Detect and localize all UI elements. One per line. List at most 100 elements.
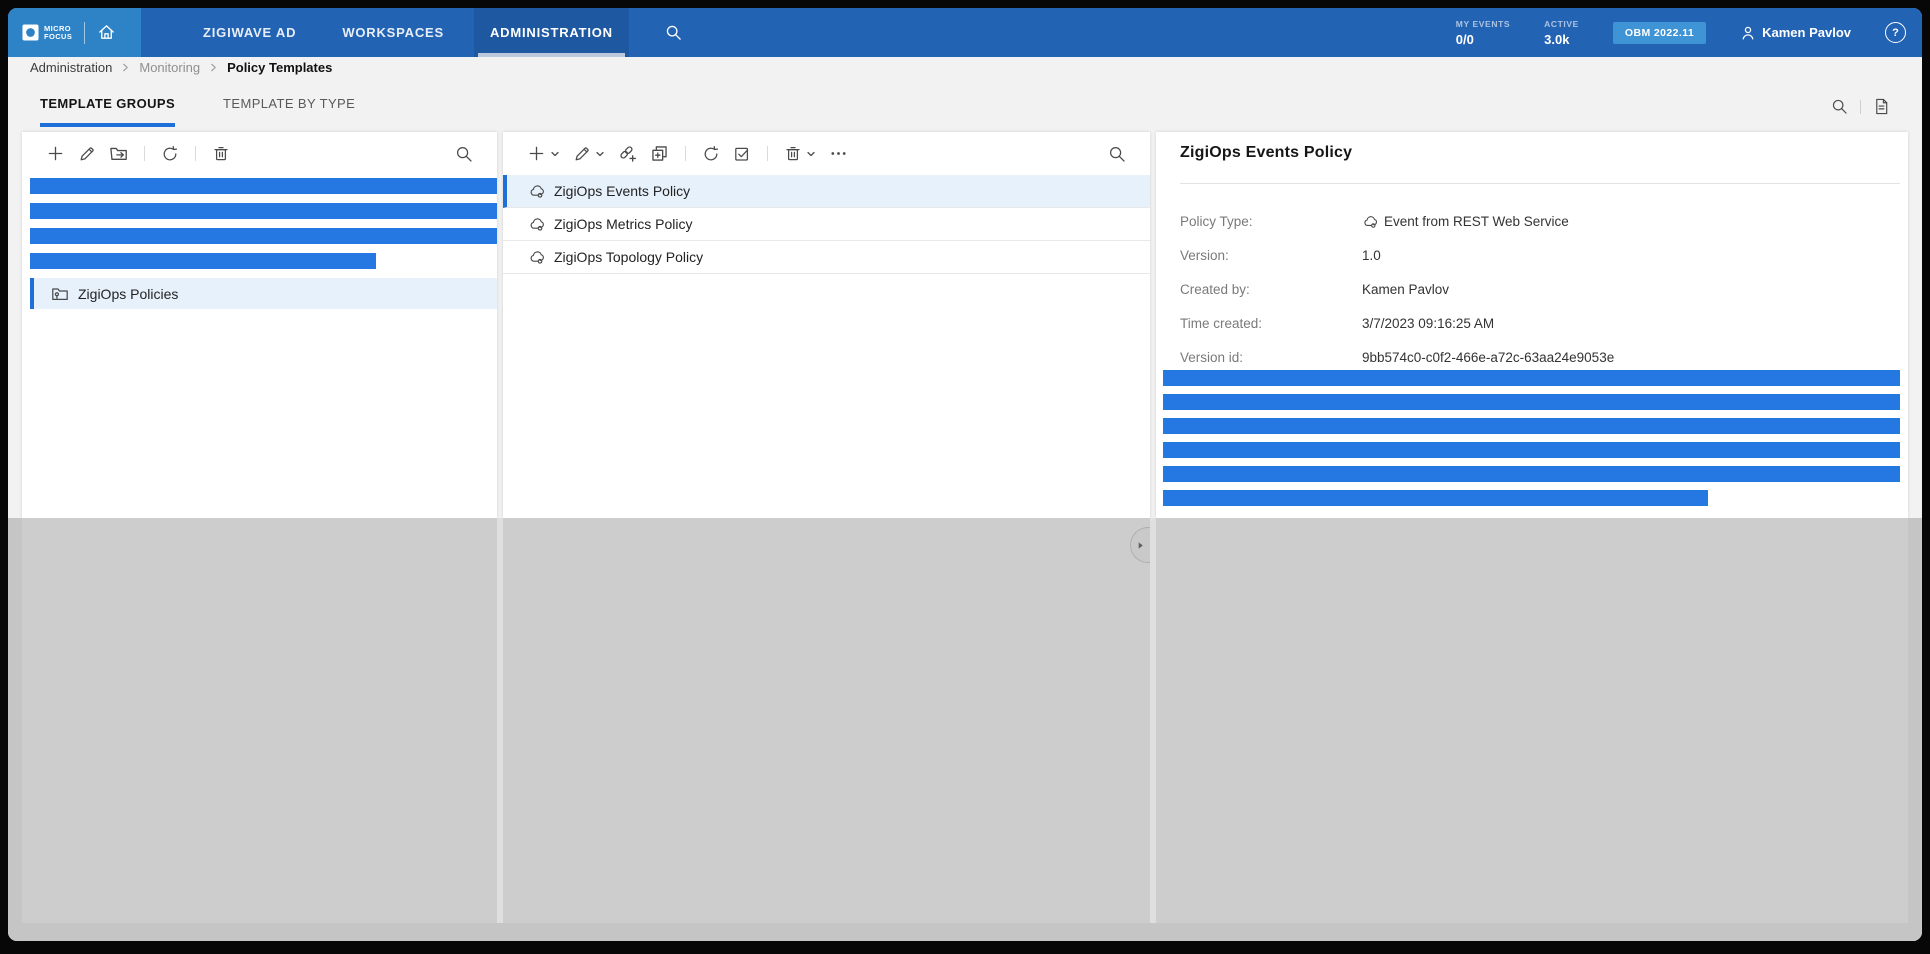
- search-icon: [665, 24, 682, 41]
- breadcrumb-policy-templates: Policy Templates: [227, 60, 332, 75]
- nav-tab-administration[interactable]: ADMINISTRATION: [474, 8, 629, 57]
- edit-template-button[interactable]: [573, 145, 605, 163]
- help-glyph: ?: [1892, 27, 1899, 39]
- panel-splitter[interactable]: [497, 518, 503, 923]
- panel-splitter[interactable]: [1150, 518, 1156, 923]
- field-value: Kamen Pavlov: [1362, 280, 1449, 300]
- refresh-groups-button[interactable]: [161, 145, 179, 163]
- nav-search-button[interactable]: [665, 24, 682, 41]
- template-row-topology-policy[interactable]: ZigiOps Topology Policy: [503, 241, 1150, 274]
- plus-icon: [46, 144, 65, 163]
- add-group-button[interactable]: [46, 144, 65, 163]
- details-row-policy-type: Policy Type: Event from REST Web Service: [1180, 212, 1884, 232]
- my-events-value: 0/0: [1456, 32, 1474, 47]
- my-events-stat[interactable]: MY EVENTS 0/0: [1456, 19, 1510, 47]
- redacted-detail-line: [1163, 442, 1900, 458]
- groups-toolbar: [22, 132, 497, 175]
- my-events-label: MY EVENTS: [1456, 19, 1510, 29]
- page-search-icon[interactable]: [1831, 98, 1848, 115]
- move-group-button[interactable]: [109, 144, 128, 163]
- active-events-value: 3.0k: [1544, 32, 1569, 47]
- rest-web-service-policy-icon: [1362, 214, 1378, 230]
- trash-icon: [784, 145, 802, 163]
- field-value: 1.0: [1362, 246, 1381, 266]
- breadcrumb-monitoring[interactable]: Monitoring: [139, 60, 200, 75]
- link-add-icon: [618, 144, 637, 163]
- search-icon: [1108, 145, 1126, 163]
- redacted-group-row[interactable]: [30, 253, 376, 269]
- field-label: Policy Type:: [1180, 212, 1362, 232]
- delete-template-button[interactable]: [784, 145, 816, 163]
- field-label: Version:: [1180, 246, 1362, 266]
- templates-toolbar: [503, 132, 1150, 175]
- toolbar-divider: [144, 146, 145, 161]
- delete-group-button[interactable]: [212, 145, 230, 163]
- groups-search-button[interactable]: [455, 145, 473, 163]
- field-value: 3/7/2023 09:16:25 AM: [1362, 314, 1494, 334]
- more-actions-button[interactable]: [829, 144, 848, 163]
- tab-template-groups[interactable]: TEMPLATE GROUPS: [40, 96, 175, 127]
- redacted-group-row[interactable]: [30, 203, 497, 219]
- edit-group-button[interactable]: [78, 145, 96, 163]
- template-row-events-policy[interactable]: ZigiOps Events Policy: [503, 175, 1150, 208]
- select-templates-button[interactable]: [733, 145, 751, 163]
- breadcrumb-separator-icon: [209, 63, 218, 72]
- redacted-group-row[interactable]: [30, 228, 497, 244]
- breadcrumb-administration[interactable]: Administration: [30, 60, 112, 75]
- checkbox-check-icon: [733, 145, 751, 163]
- details-fields: Policy Type: Event from REST Web Service…: [1180, 212, 1884, 382]
- refresh-icon: [161, 145, 179, 163]
- plus-icon: [527, 144, 546, 163]
- field-label: Created by:: [1180, 280, 1362, 300]
- details-row-created-by: Created by: Kamen Pavlov: [1180, 280, 1884, 300]
- chevron-down-icon: [595, 149, 605, 159]
- page-tabs: TEMPLATE GROUPS TEMPLATE BY TYPE: [40, 96, 355, 127]
- chevron-right-icon: [1136, 541, 1145, 550]
- toolbar-divider: [195, 146, 196, 161]
- duplicate-template-button[interactable]: [650, 144, 669, 163]
- add-template-button[interactable]: [527, 144, 560, 163]
- toolbar-divider: [767, 146, 768, 161]
- report-document-icon[interactable]: [1873, 98, 1890, 115]
- redacted-detail-line: [1163, 490, 1708, 506]
- page-actions-divider: [1860, 100, 1861, 114]
- user-menu[interactable]: Kamen Pavlov: [1740, 25, 1851, 41]
- active-events-stat[interactable]: ACTIVE 3.0k: [1544, 19, 1579, 47]
- group-row-zigiops-policies[interactable]: ZigiOps Policies: [30, 278, 497, 309]
- template-label: ZigiOps Topology Policy: [554, 249, 703, 265]
- primary-nav-tabs: ZIGIWAVE AD WORKSPACES ADMINISTRATION: [187, 8, 643, 57]
- trash-icon: [212, 145, 230, 163]
- template-label: ZigiOps Metrics Policy: [554, 216, 692, 232]
- active-events-label: ACTIVE: [1544, 19, 1579, 29]
- redacted-detail-line: [1163, 418, 1900, 434]
- chevron-down-icon: [806, 149, 816, 159]
- nav-tab-workspaces[interactable]: WORKSPACES: [326, 8, 460, 57]
- redacted-detail-line: [1163, 466, 1900, 482]
- folder-move-icon: [109, 144, 128, 163]
- field-value: 9bb574c0-c0f2-466e-a72c-63aa24e9053e: [1362, 348, 1614, 368]
- redacted-detail-line: [1163, 370, 1900, 386]
- nav-tab-zigiwave-ad[interactable]: ZIGIWAVE AD: [187, 8, 312, 57]
- template-row-metrics-policy[interactable]: ZigiOps Metrics Policy: [503, 208, 1150, 241]
- template-label: ZigiOps Events Policy: [554, 183, 690, 199]
- user-icon: [1740, 25, 1756, 41]
- pencil-icon: [78, 145, 96, 163]
- rest-web-service-policy-icon: [528, 216, 545, 233]
- tab-template-by-type[interactable]: TEMPLATE BY TYPE: [223, 96, 355, 127]
- refresh-templates-button[interactable]: [702, 145, 720, 163]
- field-value: Event from REST Web Service: [1362, 212, 1569, 232]
- templates-panel: ZigiOps Events Policy ZigiOps Metrics Po…: [503, 132, 1150, 518]
- details-panel-lower: [1156, 518, 1908, 923]
- rest-web-service-policy-icon: [528, 249, 545, 266]
- home-icon[interactable]: [97, 23, 116, 42]
- pencil-icon: [573, 145, 591, 163]
- rest-web-service-policy-icon: [528, 183, 545, 200]
- assign-template-button[interactable]: [618, 144, 637, 163]
- redacted-group-row[interactable]: [30, 178, 497, 194]
- templates-search-button[interactable]: [1108, 145, 1126, 163]
- policy-group-folder-icon: [51, 285, 69, 303]
- brand-divider: [84, 22, 85, 44]
- templates-panel-lower: [503, 518, 1150, 923]
- field-label: Time created:: [1180, 314, 1362, 334]
- help-button[interactable]: ?: [1885, 22, 1906, 43]
